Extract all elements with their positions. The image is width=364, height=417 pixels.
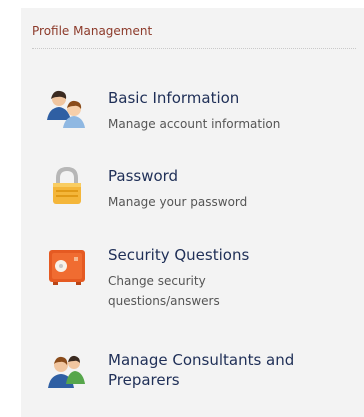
menu-item-security-questions[interactable]: Security Questions Change security quest… bbox=[21, 245, 364, 315]
menu-item-password[interactable]: Password Manage your password bbox=[21, 166, 364, 218]
padlock-icon bbox=[53, 166, 81, 204]
menu-item-description: Change security questions/answers bbox=[108, 274, 220, 308]
people-icon bbox=[48, 355, 85, 388]
safe-icon bbox=[49, 250, 85, 285]
menu-item-title[interactable]: Basic Information bbox=[108, 88, 239, 108]
profile-management-panel: Profile Management Basic Information Man… bbox=[21, 8, 364, 417]
menu-item-title[interactable]: Password bbox=[108, 166, 178, 186]
menu-item-title[interactable]: Manage Consultants and Preparers bbox=[108, 350, 348, 390]
menu-item-basic-information[interactable]: Basic Information Manage account informa… bbox=[21, 88, 364, 140]
menu-item-description: Manage account information bbox=[108, 117, 281, 131]
menu-item-manage-consultants[interactable]: Manage Consultants and Preparers bbox=[21, 350, 364, 400]
users-icon bbox=[47, 90, 85, 128]
menu-item-description: Manage your password bbox=[108, 195, 248, 209]
menu-item-title[interactable]: Security Questions bbox=[108, 245, 249, 265]
divider bbox=[32, 48, 356, 49]
section-title: Profile Management bbox=[32, 24, 153, 38]
